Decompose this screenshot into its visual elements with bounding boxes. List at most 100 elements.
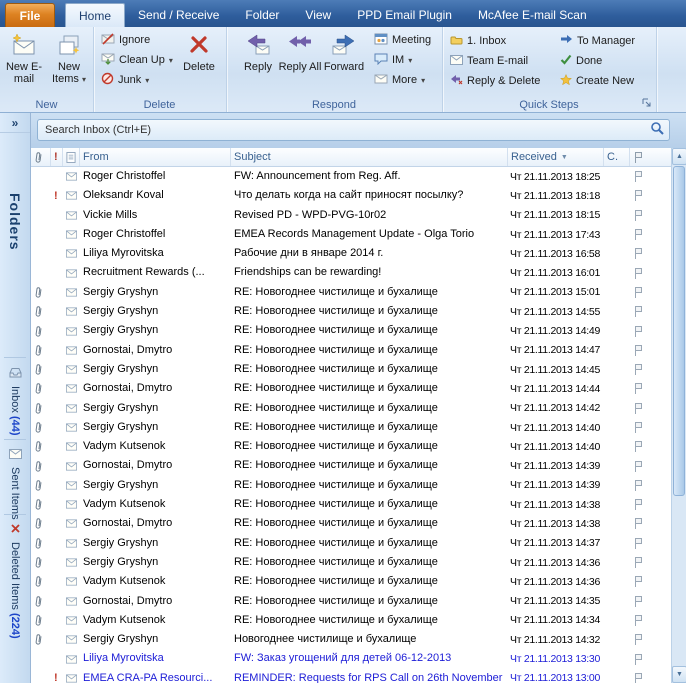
expand-pane-button[interactable]: » xyxy=(0,113,30,133)
flag-cell[interactable] xyxy=(630,421,671,434)
email-row[interactable]: Vadym Kutsenok RE: Новогоднее чистилище … xyxy=(31,611,671,630)
flag-cell[interactable] xyxy=(630,575,671,588)
flag-cell[interactable] xyxy=(630,402,671,415)
reply-all-button[interactable]: Reply All xyxy=(278,29,322,99)
email-row[interactable]: Sergiy Gryshyn RE: Новогоднее чистилище … xyxy=(31,553,671,572)
tab-ppd-email-plugin[interactable]: PPD Email Plugin xyxy=(344,3,465,27)
email-row[interactable]: Vadym Kutsenok RE: Новогоднее чистилище … xyxy=(31,495,671,514)
flag-cell[interactable] xyxy=(630,672,671,683)
column-header-from[interactable]: From xyxy=(80,148,231,166)
new-items-button[interactable]: New Items ▾ xyxy=(47,29,91,99)
search-input[interactable] xyxy=(43,123,650,137)
reply-button[interactable]: Reply xyxy=(236,29,280,99)
email-row[interactable]: Gornostai, Dmytro RE: Новогоднее чистили… xyxy=(31,514,671,533)
email-row[interactable]: Sergiy Gryshyn RE: Новогоднее чистилище … xyxy=(31,476,671,495)
flag-cell[interactable] xyxy=(630,209,671,222)
flag-cell[interactable] xyxy=(630,537,671,550)
clean-up-button[interactable]: Clean Up ▾ xyxy=(99,51,175,69)
email-row[interactable]: Sergiy Gryshyn RE: Новогоднее чистилище … xyxy=(31,302,671,321)
flag-cell[interactable] xyxy=(630,498,671,511)
attachment-icon xyxy=(33,344,44,357)
tab-folder[interactable]: Folder xyxy=(232,3,292,27)
flag-cell[interactable] xyxy=(630,363,671,376)
meeting-button[interactable]: Meeting xyxy=(372,31,433,49)
email-row[interactable]: Gornostai, Dmytro RE: Новогоднее чистили… xyxy=(31,456,671,475)
tab-home[interactable]: Home xyxy=(65,3,125,27)
delete-button[interactable]: Delete xyxy=(177,29,221,99)
flag-cell[interactable] xyxy=(630,556,671,569)
flag-cell[interactable] xyxy=(630,286,671,299)
scroll-down-button[interactable]: ▼ xyxy=(672,666,686,683)
flag-cell[interactable] xyxy=(630,382,671,395)
tab-mcafee-email-scan[interactable]: McAfee E-mail Scan xyxy=(465,3,600,27)
more-button[interactable]: More ▾ xyxy=(372,71,433,89)
sidebar-item-deleted-items[interactable]: Deleted Items(224) xyxy=(0,521,30,639)
tab-view[interactable]: View xyxy=(292,3,344,27)
tab-file[interactable]: File xyxy=(5,3,55,27)
email-row[interactable]: Sergiy Gryshyn RE: Новогоднее чистилище … xyxy=(31,399,671,418)
flag-cell[interactable] xyxy=(630,653,671,666)
vertical-scrollbar[interactable]: ▲ ▼ xyxy=(671,148,686,683)
scrollbar-thumb[interactable] xyxy=(673,166,685,496)
junk-button[interactable]: Junk ▾ xyxy=(99,71,175,89)
flag-cell[interactable] xyxy=(630,517,671,530)
email-row[interactable]: Recruitment Rewards (... Friendships can… xyxy=(31,263,671,282)
scroll-up-button[interactable]: ▲ xyxy=(672,148,686,165)
email-row[interactable]: Gornostai, Dmytro RE: Новогоднее чистили… xyxy=(31,592,671,611)
flag-cell[interactable] xyxy=(630,228,671,241)
email-row[interactable]: Roger Christoffel EMEA Records Managemen… xyxy=(31,225,671,244)
email-row[interactable]: Liliya Myrovitska Рабочие дни в январе 2… xyxy=(31,244,671,263)
flag-cell[interactable] xyxy=(630,325,671,338)
email-row[interactable]: Vickie Mills Revised PD - WPD-PVG-10r02 … xyxy=(31,206,671,225)
flag-cell[interactable] xyxy=(630,189,671,202)
row-from: Sergiy Gryshyn xyxy=(80,302,231,321)
flag-cell[interactable] xyxy=(630,614,671,627)
tab-send-receive[interactable]: Send / Receive xyxy=(125,3,232,27)
email-row[interactable]: Sergiy Gryshyn RE: Новогоднее чистилище … xyxy=(31,283,671,302)
forward-button[interactable]: Forward xyxy=(322,29,366,99)
search-icon[interactable] xyxy=(650,121,664,140)
flag-cell[interactable] xyxy=(630,170,671,183)
email-row[interactable]: Liliya Myrovitska FW: Заказ угощений для… xyxy=(31,649,671,668)
email-row[interactable]: Vadym Kutsenok RE: Новогоднее чистилище … xyxy=(31,437,671,456)
email-row[interactable]: Vadym Kutsenok RE: Новогоднее чистилище … xyxy=(31,572,671,591)
email-row[interactable]: Sergiy Gryshyn RE: Новогоднее чистилище … xyxy=(31,360,671,379)
column-header-flag[interactable] xyxy=(630,148,671,166)
column-header-categories[interactable]: C. xyxy=(604,148,630,166)
email-row[interactable]: Gornostai, Dmytro RE: Новогоднее чистили… xyxy=(31,341,671,360)
quick-step-create-new[interactable]: Create New xyxy=(560,72,660,90)
flag-cell[interactable] xyxy=(630,305,671,318)
flag-cell[interactable] xyxy=(630,460,671,473)
email-row[interactable]: ! Oleksandr Koval Что делать когда на са… xyxy=(31,186,671,205)
flag-cell[interactable] xyxy=(630,344,671,357)
flag-cell[interactable] xyxy=(630,595,671,608)
column-header-received[interactable]: Received ▼ xyxy=(508,148,604,166)
email-row[interactable]: Sergiy Gryshyn RE: Новогоднее чистилище … xyxy=(31,321,671,340)
flag-cell[interactable] xyxy=(630,479,671,492)
ignore-button[interactable]: Ignore xyxy=(99,31,175,49)
column-header-subject[interactable]: Subject xyxy=(231,148,508,166)
im-button[interactable]: IM ▾ xyxy=(372,51,433,69)
column-header-importance[interactable]: ! xyxy=(51,148,63,166)
attachment-icon xyxy=(33,460,44,473)
sidebar-item-inbox[interactable]: Inbox(44) xyxy=(0,365,30,435)
email-row[interactable]: Roger Christoffel FW: Announcement from … xyxy=(31,167,671,186)
flag-cell[interactable] xyxy=(630,440,671,453)
email-row[interactable]: Gornostai, Dmytro RE: Новогоднее чистили… xyxy=(31,379,671,398)
column-header-attachment[interactable] xyxy=(31,148,51,166)
new-email-button[interactable]: New E-mail xyxy=(2,29,46,99)
email-row[interactable]: ! EMEA CRA-PA Resourci... REMINDER: Requ… xyxy=(31,669,671,683)
flag-cell[interactable] xyxy=(630,633,671,646)
flag-cell[interactable] xyxy=(630,247,671,260)
quick-step-reply-delete[interactable]: Reply & Delete xyxy=(450,72,550,90)
quick-step-to-manager[interactable]: To Manager xyxy=(560,32,660,50)
quick-step-done[interactable]: Done xyxy=(560,52,660,70)
sidebar-item-sent-items[interactable]: Sent Items xyxy=(0,446,30,520)
email-row[interactable]: Sergiy Gryshyn RE: Новогоднее чистилище … xyxy=(31,418,671,437)
email-row[interactable]: Sergiy Gryshyn RE: Новогоднее чистилище … xyxy=(31,534,671,553)
column-header-icon[interactable] xyxy=(63,148,80,166)
quick-step-inbox[interactable]: 1. Inbox xyxy=(450,32,550,50)
email-row[interactable]: Sergiy Gryshyn Новогоднее чистилище и бу… xyxy=(31,630,671,649)
quick-step-team-email[interactable]: Team E-mail xyxy=(450,52,550,70)
flag-cell[interactable] xyxy=(630,267,671,280)
